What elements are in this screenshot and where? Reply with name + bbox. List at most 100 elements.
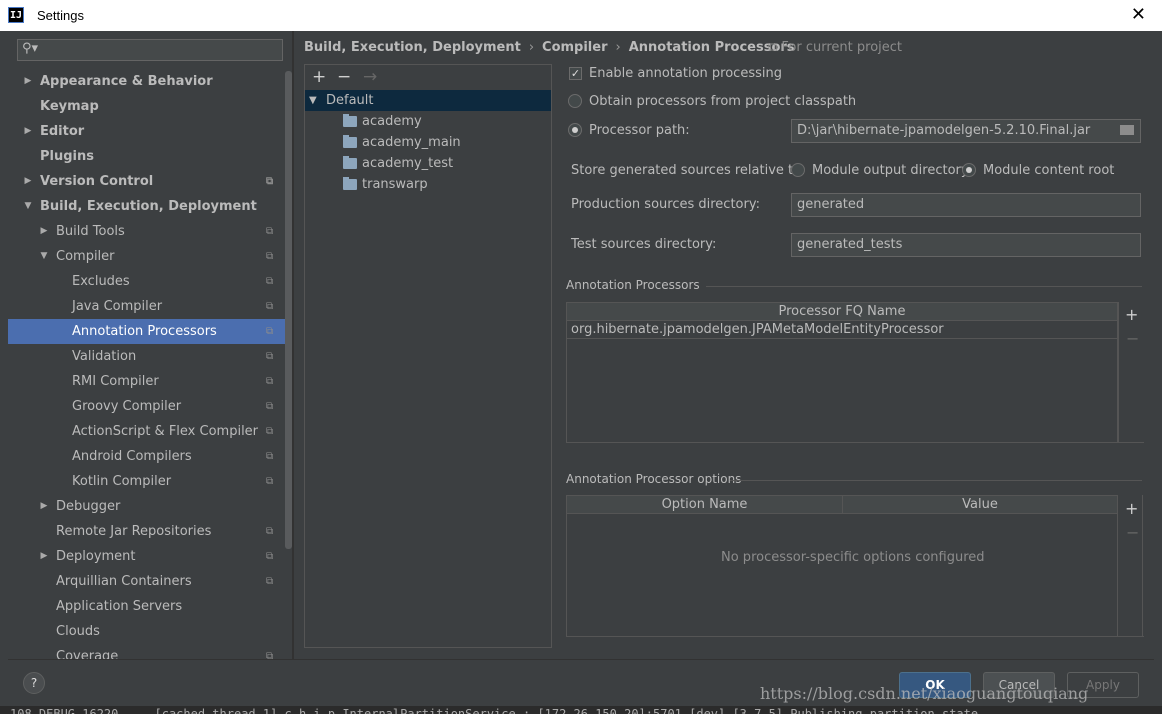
module-content-root-radio[interactable] (962, 163, 976, 177)
tree-item[interactable]: ▶ Build Tools ⧉ (8, 219, 292, 244)
help-button[interactable]: ? (23, 672, 45, 694)
tree-item[interactable]: ▶ Debugger (8, 494, 292, 519)
pane-splitter[interactable] (292, 31, 294, 659)
title-bar: IJ Settings ✕ (0, 0, 1162, 31)
table-edge (1118, 302, 1119, 443)
breadcrumb: Build, Execution, Deployment › Compiler › An… (304, 40, 795, 55)
tree-item[interactable]: Keymap (8, 94, 292, 119)
move-to-profile-button[interactable]: → (363, 67, 377, 87)
option-name-column[interactable]: Option Name (567, 496, 843, 513)
module-content-root-label[interactable]: Module content root (983, 163, 1114, 178)
module-label: academy_test (362, 156, 454, 171)
test-sources-label: Test sources directory: (571, 237, 717, 252)
expanded-arrow-icon[interactable]: ▼ (22, 194, 34, 219)
table-edge (1142, 495, 1143, 637)
production-sources-field[interactable]: generated (791, 193, 1141, 217)
add-profile-button[interactable]: + (312, 67, 326, 87)
tree-item[interactable]: Plugins (8, 144, 292, 169)
tree-item[interactable]: ▶ Appearance & Behavior (8, 69, 292, 94)
module-output-label[interactable]: Module output directory (812, 163, 969, 178)
tree-item[interactable]: ActionScript & Flex Compiler ⧉ (8, 419, 292, 444)
tree-item[interactable]: ▼ Compiler ⧉ (8, 244, 292, 269)
module-item[interactable]: academy_test (305, 153, 551, 174)
remove-option-button[interactable]: − (1126, 523, 1139, 542)
module-label: transwarp (362, 177, 428, 192)
processors-table: Processor FQ Name org.hibernate.jpamodel… (566, 302, 1118, 443)
tree-item[interactable]: Java Compiler ⧉ (8, 294, 292, 319)
collapsed-arrow-icon[interactable]: ▶ (38, 544, 50, 569)
settings-tree-pane: ⚲▾ ▶ Appearance & Behavior Keymap ▶ Editor Pl… (8, 31, 292, 659)
section-divider (1118, 636, 1144, 637)
collapsed-arrow-icon[interactable]: ▶ (38, 219, 50, 244)
tree-item-label: Editor (40, 124, 85, 139)
expanded-arrow-icon[interactable]: ▼ (38, 244, 50, 269)
tree-item[interactable]: Android Compilers ⧉ (8, 444, 292, 469)
tree-item[interactable]: ▶ Version Control ⧉ (8, 169, 292, 194)
watermark-text: https://blog.csdn.net/xiaoguangtouqiang (760, 684, 1089, 703)
profile-default[interactable]: ▼ Default (305, 90, 551, 111)
collapsed-arrow-icon[interactable]: ▶ (22, 119, 34, 144)
module-item[interactable]: academy (305, 111, 551, 132)
profile-default-label: Default (326, 93, 374, 108)
tree-item-label: Appearance & Behavior (40, 74, 213, 89)
store-generated-label: Store generated sources relative to: (571, 163, 806, 178)
tree-item[interactable]: Validation ⧉ (8, 344, 292, 369)
console-output: 108 DEBUG 16220 --- [cached thread 1] c.… (0, 706, 1162, 714)
processor-path-label[interactable]: Processor path: (589, 123, 690, 138)
processor-fq-name-column[interactable]: Processor FQ Name (567, 303, 1117, 320)
tree-item-label: Keymap (40, 99, 99, 114)
project-scope-icon: ⧉ (768, 40, 782, 55)
tree-item-label: Compiler (56, 249, 115, 264)
profiles-panel: + − → ▼ Default academy academy_mainacade… (304, 64, 552, 648)
search-input[interactable]: ⚲▾ (17, 39, 283, 61)
remove-processor-button[interactable]: − (1126, 329, 1139, 348)
collapsed-arrow-icon[interactable]: ▶ (22, 69, 34, 94)
project-scope-icon: ⧉ (266, 426, 274, 437)
module-folder-icon (343, 114, 357, 127)
processor-row[interactable]: org.hibernate.jpamodelgen.JPAMetaModelEn… (567, 321, 1117, 339)
enable-annotation-processing-label[interactable]: Enable annotation processing (589, 66, 782, 81)
tree-item[interactable]: Coverage ⧉ (8, 644, 292, 659)
collapse-arrow-icon[interactable]: ▼ (309, 90, 317, 111)
project-scope-icon: ⧉ (266, 651, 274, 659)
tree-item[interactable]: Remote Jar Repositories ⧉ (8, 519, 292, 544)
section-divider (706, 286, 1142, 287)
collapsed-arrow-icon[interactable]: ▶ (38, 494, 50, 519)
tree-item[interactable]: ▶ Editor (8, 119, 292, 144)
tree-item[interactable]: Application Servers (8, 594, 292, 619)
tree-item[interactable]: ▶ Deployment ⧉ (8, 544, 292, 569)
tree-item[interactable]: Excludes ⧉ (8, 269, 292, 294)
add-processor-button[interactable]: + (1125, 305, 1138, 324)
project-scope-icon: ⧉ (266, 551, 274, 562)
module-output-radio[interactable] (791, 163, 805, 177)
browse-folder-icon[interactable] (1120, 125, 1134, 135)
settings-dialog: ⚲▾ ▶ Appearance & Behavior Keymap ▶ Editor Pl… (8, 31, 1154, 707)
tree-item[interactable]: ▼ Build, Execution, Deployment (8, 194, 292, 219)
processor-path-radio[interactable] (568, 123, 582, 137)
for-current-project: ⧉ For current project (768, 40, 902, 55)
tree-item[interactable]: Groovy Compiler ⧉ (8, 394, 292, 419)
obtain-from-classpath-label[interactable]: Obtain processors from project classpath (589, 94, 856, 109)
add-option-button[interactable]: + (1125, 499, 1138, 518)
breadcrumb-separator: › (528, 40, 535, 55)
section-divider (1118, 442, 1144, 443)
value-column[interactable]: Value (843, 496, 1117, 513)
tree-item[interactable]: Annotation Processors ⧉ (8, 319, 292, 344)
module-item[interactable]: academy_main (305, 132, 551, 153)
tree-item[interactable]: RMI Compiler ⧉ (8, 369, 292, 394)
profiles-toolbar: + − → (305, 65, 551, 90)
tree-item[interactable]: Clouds (8, 619, 292, 644)
module-item[interactable]: transwarp (305, 174, 551, 195)
window-title: Settings (37, 8, 84, 23)
close-icon[interactable]: ✕ (1131, 4, 1146, 25)
remove-profile-button[interactable]: − (337, 67, 351, 87)
enable-annotation-processing-checkbox[interactable]: ✓ (569, 67, 582, 80)
processor-path-field[interactable]: D:\jar\hibernate-jpamodelgen-5.2.10.Fina… (791, 119, 1141, 143)
collapsed-arrow-icon[interactable]: ▶ (22, 169, 34, 194)
obtain-from-classpath-radio[interactable] (568, 94, 582, 108)
tree-scrollbar[interactable] (285, 71, 292, 549)
tree-item[interactable]: Arquillian Containers ⧉ (8, 569, 292, 594)
tree-item-label: Version Control (40, 174, 154, 189)
tree-item[interactable]: Kotlin Compiler ⧉ (8, 469, 292, 494)
test-sources-field[interactable]: generated_tests (791, 233, 1141, 257)
